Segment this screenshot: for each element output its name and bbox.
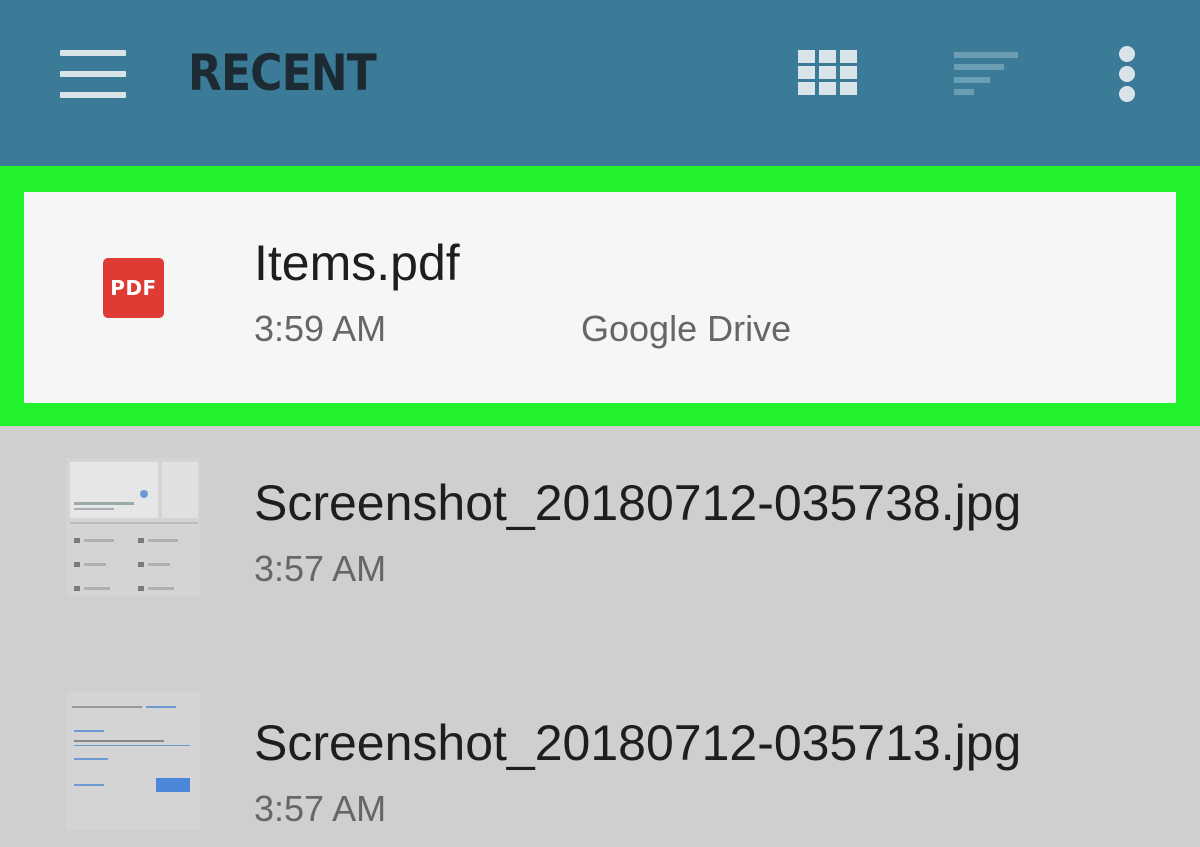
file-time: 3:59 AM [254, 308, 387, 349]
sort-icon[interactable] [954, 52, 1018, 96]
file-location: Google Drive [581, 308, 792, 349]
file-name: Screenshot_20180712-035713.jpg [254, 715, 1022, 771]
more-vert-icon[interactable] [1112, 44, 1142, 104]
file-time: 3:57 AM [254, 788, 387, 829]
hamburger-menu-icon[interactable] [60, 50, 126, 98]
image-thumbnail [66, 692, 200, 830]
file-name: Items.pdf [254, 235, 460, 291]
pdf-icon: PDF [103, 258, 164, 318]
file-name: Screenshot_20180712-035738.jpg [254, 475, 1022, 531]
page-title: RECENT [188, 44, 377, 102]
app-bar: RECENT [0, 0, 1200, 166]
image-thumbnail [66, 458, 200, 596]
file-time: 3:57 AM [254, 548, 387, 589]
grid-view-icon[interactable] [798, 50, 858, 96]
list-item-items-pdf[interactable] [24, 192, 1176, 403]
